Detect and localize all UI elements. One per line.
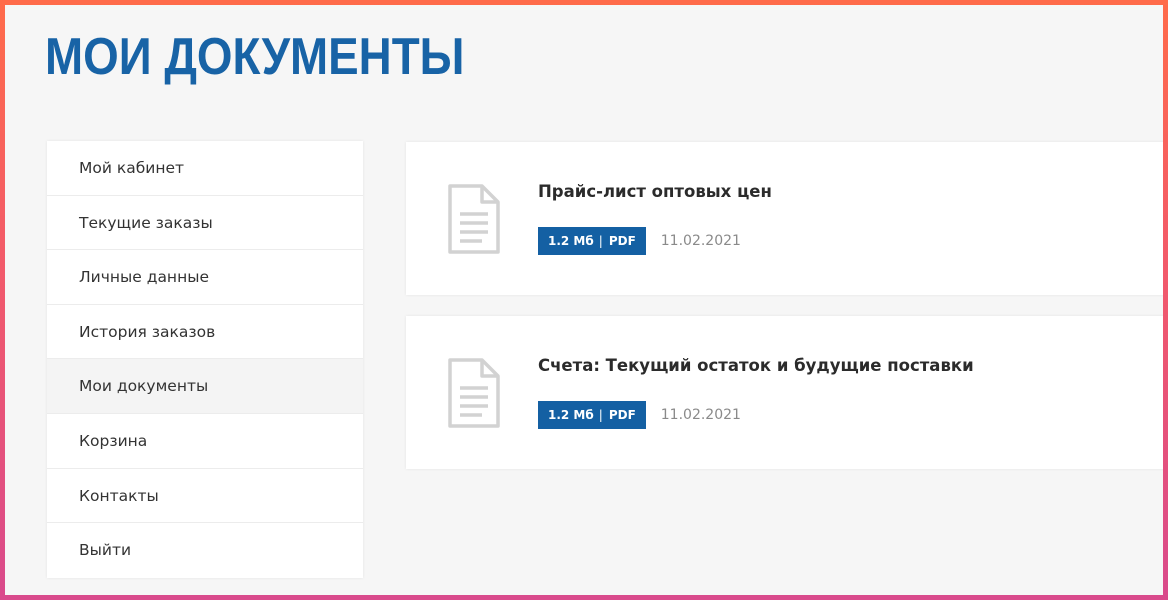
document-date: 11.02.2021 [660, 407, 741, 423]
sidebar-item-personal-data[interactable]: Личные данные [47, 250, 363, 305]
file-info-badge[interactable]: 1.2 Мб | PDF [538, 401, 646, 429]
document-card: Прайс-лист оптовых цен 1.2 Мб | PDF 11.0… [406, 142, 1163, 295]
file-info-badge[interactable]: 1.2 Мб | PDF [538, 227, 646, 255]
document-list: Прайс-лист оптовых цен 1.2 Мб | PDF 11.0… [406, 142, 1163, 490]
document-title-link[interactable]: Прайс-лист оптовых цен [538, 182, 772, 201]
document-icon [448, 358, 500, 428]
document-meta: 1.2 Мб | PDF 11.02.2021 [538, 401, 741, 429]
sidebar-item-my-documents[interactable]: Мои документы [47, 359, 363, 414]
file-format: PDF [608, 408, 636, 422]
document-meta: 1.2 Мб | PDF 11.02.2021 [538, 227, 741, 255]
file-size: 1.2 Мб [548, 234, 594, 248]
document-card: Счета: Текущий остаток и будущие поставк… [406, 316, 1163, 469]
file-size: 1.2 Мб [548, 408, 594, 422]
sidebar-item-my-cabinet[interactable]: Мой кабинет [47, 141, 363, 196]
page: МОИ ДОКУМЕНТЫ Мой кабинет Текущие заказы… [5, 5, 1163, 595]
document-icon [448, 184, 500, 254]
document-title-link[interactable]: Счета: Текущий остаток и будущие поставк… [538, 356, 974, 375]
file-info-separator: | [598, 408, 603, 422]
page-title: МОИ ДОКУМЕНТЫ [45, 28, 465, 86]
sidebar-item-order-history[interactable]: История заказов [47, 305, 363, 360]
sidebar-item-contacts[interactable]: Контакты [47, 469, 363, 524]
file-info-separator: | [598, 234, 603, 248]
sidebar-item-cart[interactable]: Корзина [47, 414, 363, 469]
sidebar-item-logout[interactable]: Выйти [47, 523, 363, 578]
sidebar-menu: Мой кабинет Текущие заказы Личные данные… [47, 141, 363, 578]
sidebar-item-current-orders[interactable]: Текущие заказы [47, 196, 363, 251]
file-format: PDF [608, 234, 636, 248]
document-date: 11.02.2021 [660, 233, 741, 249]
